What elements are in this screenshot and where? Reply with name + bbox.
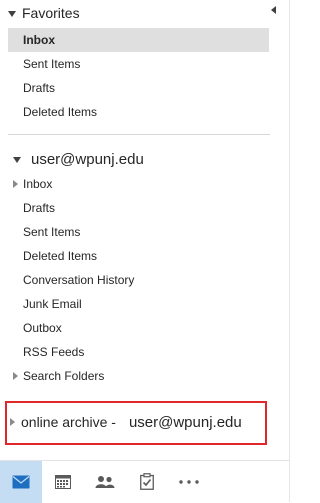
favorite-item-drafts[interactable]: Drafts <box>8 76 269 100</box>
account-folder-list: Inbox Drafts Sent Items Deleted Items Co… <box>8 172 270 388</box>
favorites-list: Inbox Sent Items Drafts Deleted Items <box>8 28 269 124</box>
archive-email: user@wpunj.edu <box>128 413 242 431</box>
folder-item-junk-email[interactable]: Junk Email <box>8 292 270 316</box>
folder-label: Inbox <box>23 177 53 191</box>
collapse-arrow-icon <box>8 11 16 17</box>
favorite-item-inbox[interactable]: Inbox <box>8 28 269 52</box>
folder-item-outbox[interactable]: Outbox <box>8 316 270 340</box>
folder-label: Search Folders <box>23 369 105 383</box>
favorite-item-deleted-items[interactable]: Deleted Items <box>8 100 269 124</box>
mail-nav-button[interactable] <box>0 460 42 503</box>
favorite-item-sent-items[interactable]: Sent Items <box>8 52 269 76</box>
tasks-icon <box>140 473 154 490</box>
bottom-navigation-bar <box>0 460 290 503</box>
expand-arrow-icon[interactable] <box>10 418 15 426</box>
favorites-title: Favorites <box>22 5 80 21</box>
folder-label: Deleted Items <box>23 249 98 263</box>
folder-label: Sent Items <box>23 225 81 239</box>
collapse-arrow-icon <box>13 157 21 163</box>
account-header[interactable]: user@wpunj.edu <box>13 149 144 169</box>
chevron-left-icon <box>270 6 276 14</box>
more-nav-button[interactable] <box>168 461 210 503</box>
folder-item-rss-feeds[interactable]: RSS Feeds <box>8 340 270 364</box>
calendar-icon <box>55 474 71 489</box>
folder-label: Junk Email <box>23 297 82 311</box>
calendar-nav-button[interactable] <box>42 461 84 503</box>
folder-item-conversation-history[interactable]: Conversation History <box>8 268 270 292</box>
folder-item-deleted-items[interactable]: Deleted Items <box>8 244 270 268</box>
folder-item-sent-items[interactable]: Sent Items <box>8 220 270 244</box>
section-divider <box>8 134 270 135</box>
folder-label: Outbox <box>23 321 62 335</box>
folder-pane: Favorites Inbox Sent Items Drafts Delete… <box>0 0 290 503</box>
folder-item-drafts[interactable]: Drafts <box>8 196 270 220</box>
more-icon <box>179 479 199 484</box>
folder-label: Drafts <box>23 201 56 215</box>
people-icon <box>95 475 115 488</box>
mail-icon <box>12 475 30 488</box>
tasks-nav-button[interactable] <box>126 461 168 503</box>
expand-arrow-icon[interactable] <box>13 372 18 380</box>
folder-item-search-folders[interactable]: Search Folders <box>8 364 270 388</box>
folder-item-inbox[interactable]: Inbox <box>8 172 270 196</box>
archive-label: online archive - <box>21 414 116 430</box>
folder-label: Conversation History <box>23 273 135 287</box>
favorites-header[interactable]: Favorites <box>8 3 80 23</box>
folder-label: RSS Feeds <box>23 345 85 359</box>
expand-arrow-icon[interactable] <box>13 180 18 188</box>
minimize-pane-button[interactable] <box>268 4 278 16</box>
people-nav-button[interactable] <box>84 461 126 503</box>
account-email: user@wpunj.edu <box>31 150 144 168</box>
online-archive-header[interactable]: online archive - user@wpunj.edu <box>10 411 242 433</box>
